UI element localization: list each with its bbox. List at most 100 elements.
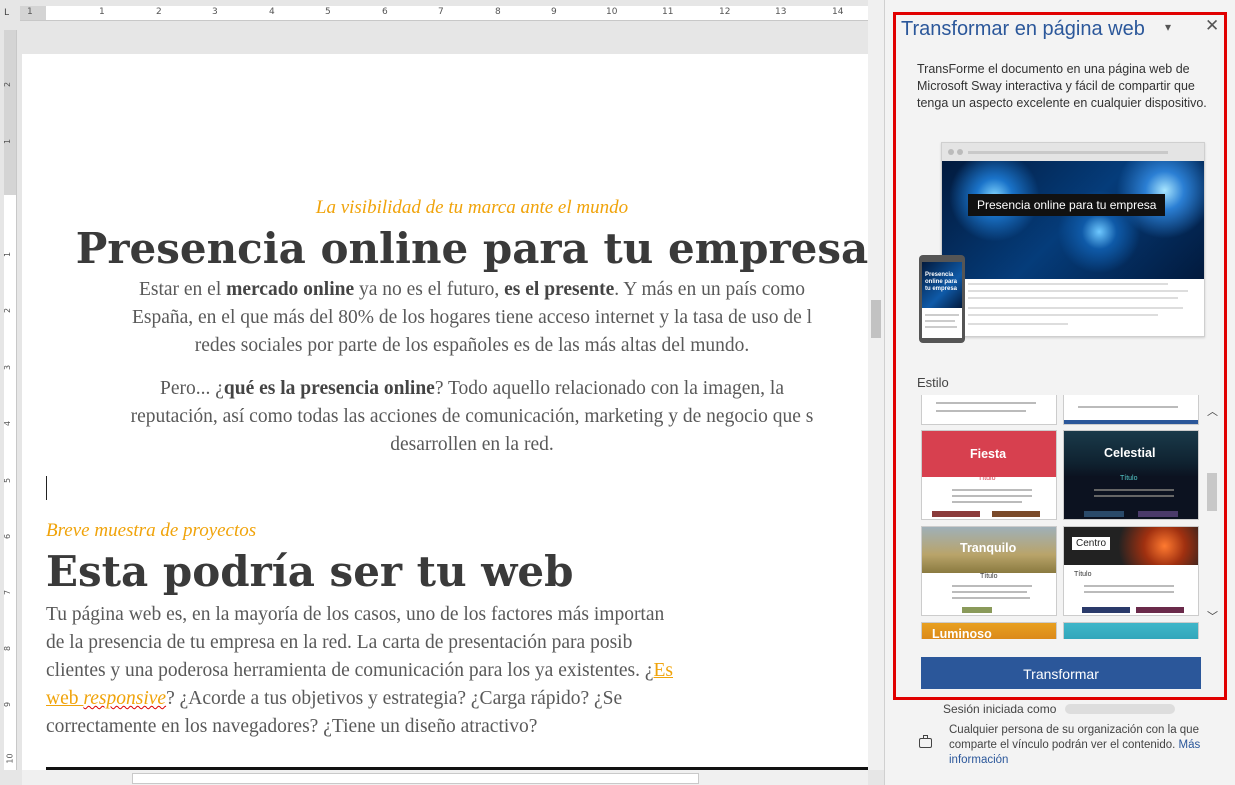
thumb-text-line: [952, 489, 1032, 491]
thumb-image: [1138, 511, 1178, 517]
preview-text-line: [968, 307, 1183, 309]
style-thumbnail-centro[interactable]: Centro Título: [1063, 526, 1199, 616]
ruler-number: 3: [3, 364, 13, 371]
ruler-number: 10: [5, 753, 15, 764]
thumb-text-line: [1084, 585, 1174, 587]
ruler-number: 14: [832, 7, 844, 17]
text-run: Pero... ¿: [160, 378, 224, 399]
style-sub: Título: [980, 573, 998, 580]
paragraph-line: de la presencia de tu empresa en la red.…: [46, 632, 633, 653]
style-gallery-scrollbar[interactable]: ︿ ﹀: [1203, 395, 1221, 639]
mobile-preview: Presencia online para tu empresa: [919, 255, 965, 343]
ruler-number: 2: [3, 81, 13, 88]
share-notice: Cualquier persona de su organización con…: [949, 723, 1224, 768]
briefcase-icon: [919, 735, 932, 748]
browser-dot-icon: [957, 149, 963, 155]
hyperlink-misspelled[interactable]: responsive: [83, 688, 166, 709]
style-label: Estilo: [917, 375, 949, 390]
pane-description: TransForme el documento en una página we…: [917, 62, 1207, 110]
scrollbar-thumb[interactable]: [132, 773, 699, 784]
thumb-image: [1082, 607, 1130, 613]
style-name: Luminoso: [932, 627, 992, 639]
sway-preview: Presencia online para tu empresa: [941, 142, 1205, 337]
pane-title: Transformar en página web: [901, 18, 1145, 40]
scroll-up-icon[interactable]: ︿: [1207, 403, 1218, 419]
thumb-image: [1084, 511, 1124, 517]
style-thumbnail-celestial[interactable]: Celestial Título: [1063, 430, 1199, 520]
mobile-hero-title: Presencia online para tu empresa: [925, 272, 958, 292]
ruler-number: 7: [438, 7, 444, 17]
style-name: Fiesta: [970, 447, 1007, 461]
text-run: ya no es el futuro,: [354, 279, 505, 300]
preview-browser-bar: [942, 143, 1204, 161]
mobile-text-line: [925, 326, 957, 328]
paragraph-line: clientes y una poderosa herramienta de c…: [46, 657, 868, 685]
close-icon[interactable]: ✕: [1205, 16, 1219, 36]
text-run: . Y más en un país como: [614, 279, 806, 300]
ruler-number: 13: [775, 7, 787, 17]
style-thumbnail-luminoso[interactable]: Luminoso: [921, 622, 1057, 639]
paragraph: Estar en el mercado online ya no es el f…: [22, 276, 868, 360]
account-name-redacted: [1065, 704, 1175, 714]
text-run: clientes y una poderosa herramienta de c…: [46, 660, 654, 681]
document-page[interactable]: La visibilidad de tu marca ante el mundo…: [22, 54, 868, 785]
style-thumbnail-fiesta[interactable]: Fiesta Título: [921, 430, 1057, 520]
ruler-margin: [20, 6, 46, 20]
paragraph: Tu página web es, en la mayoría de los c…: [46, 601, 868, 741]
style-thumbnail-partial[interactable]: [1063, 395, 1199, 425]
section-title: Esta podría ser tu web: [46, 547, 574, 596]
style-thumbnail-partial[interactable]: [1063, 622, 1199, 639]
paragraph-line: desarrollen en la red.: [390, 434, 554, 455]
text-run: ? ¿Acorde a tus objetivos y estrategia? …: [166, 688, 623, 709]
document-area: L 1 1 2 3 4 5 6 7 8 9 10 11 12 13 14 2 1…: [0, 0, 884, 785]
ruler-number: 9: [551, 7, 557, 17]
paragraph-line: correctamente en los navegadores? ¿Tiene…: [46, 716, 538, 737]
thumb-image: [932, 511, 980, 517]
style-thumbnail-partial[interactable]: [921, 395, 1057, 425]
ruler-number: 6: [3, 533, 13, 540]
bold-run: es el presente: [504, 279, 615, 300]
preview-hero-title: Presencia online para tu empresa: [968, 194, 1166, 216]
paragraph: Pero... ¿qué es la presencia online? Tod…: [22, 375, 868, 459]
paragraph-line: reputación, así como todas las acciones …: [130, 406, 814, 427]
text-run: Estar en el: [138, 279, 227, 300]
ruler-number: 1: [3, 138, 13, 145]
style-gallery[interactable]: Fiesta Título Celestial Título Tranquilo…: [921, 395, 1203, 639]
scroll-down-icon[interactable]: ﹀: [1207, 608, 1218, 624]
thumb-text-line: [952, 501, 1022, 503]
thumb-image: [992, 511, 1040, 517]
hyperlink[interactable]: Es: [654, 660, 674, 681]
preview-hero-image: Presencia online para tu empresa: [942, 161, 1204, 279]
thumb-text-line: [1094, 489, 1174, 491]
style-sub: Título: [978, 475, 996, 482]
paragraph-line: redes sociales por parte de los españole…: [194, 335, 750, 356]
scrollbar-thumb[interactable]: [871, 300, 881, 338]
ruler-number: 10: [606, 7, 618, 17]
style-name: Tranquilo: [960, 541, 1017, 555]
hyperlink[interactable]: web: [46, 688, 83, 709]
ruler-number: 1: [99, 7, 105, 17]
vertical-ruler[interactable]: 2 1 1 2 3 4 5 6 7 8 9 10: [3, 30, 17, 770]
document-vertical-scrollbar[interactable]: [868, 0, 884, 770]
horizontal-ruler[interactable]: 1 1 2 3 4 5 6 7 8 9 10 11 12 13 14: [20, 6, 868, 21]
preview-text-line: [968, 323, 1068, 325]
pane-options-icon[interactable]: ▾: [1165, 20, 1171, 34]
thumb-text-line: [1094, 495, 1174, 497]
thumb-accent-bar: [1064, 420, 1198, 424]
tab-selector[interactable]: L: [4, 8, 9, 18]
ruler-number: 1: [3, 251, 13, 258]
thumb-text-line: [1084, 591, 1174, 593]
scrollbar-thumb[interactable]: [1207, 473, 1217, 511]
ruler-number: 12: [719, 7, 731, 17]
thumb-text-line: [936, 410, 1026, 412]
transform-button[interactable]: Transformar: [921, 657, 1201, 689]
browser-dot-icon: [948, 149, 954, 155]
address-bar: [968, 151, 1168, 154]
section-title: Presencia online para tu empresa: [75, 224, 868, 273]
ruler-number: 2: [3, 307, 13, 314]
ruler-number: 8: [3, 645, 13, 652]
thumb-text-line: [952, 597, 1030, 599]
document-horizontal-scrollbar[interactable]: [22, 770, 868, 785]
style-thumbnail-tranquilo[interactable]: Tranquilo Título: [921, 526, 1057, 616]
thumb-text-line: [1078, 406, 1178, 408]
